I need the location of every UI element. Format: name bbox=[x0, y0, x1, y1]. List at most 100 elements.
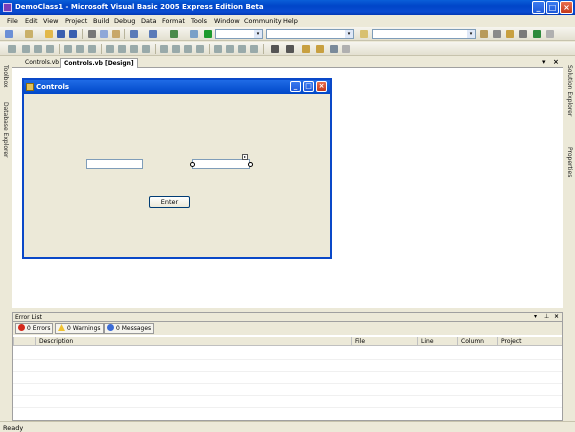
undo-icon[interactable] bbox=[130, 30, 138, 38]
warnings-filter-label: 0 Warnings bbox=[67, 325, 101, 332]
warning-icon bbox=[58, 324, 65, 331]
layout-toolbar-options-icon[interactable] bbox=[342, 45, 350, 53]
form-icon bbox=[26, 83, 34, 91]
save-all-icon[interactable] bbox=[69, 30, 77, 38]
menu-build[interactable]: Build bbox=[93, 17, 109, 25]
menu-file[interactable]: File bbox=[7, 17, 18, 25]
doc-dropdown-icon[interactable]: ▾ bbox=[542, 58, 546, 66]
redo-icon[interactable] bbox=[149, 30, 157, 38]
panel-close-icon[interactable]: × bbox=[554, 313, 559, 320]
align-lefts-icon[interactable] bbox=[22, 45, 30, 53]
doc-close-icon[interactable]: × bbox=[553, 58, 559, 66]
toolbox-icon[interactable] bbox=[519, 30, 527, 38]
close-button[interactable]: × bbox=[560, 1, 573, 14]
cut-icon[interactable] bbox=[88, 30, 96, 38]
menu-data[interactable]: Data bbox=[141, 17, 157, 25]
tab-order-icon[interactable] bbox=[330, 45, 338, 53]
make-same-size-icon[interactable] bbox=[142, 45, 150, 53]
toolbar-separator bbox=[82, 29, 83, 39]
column-description[interactable]: Description bbox=[35, 337, 351, 346]
designer-form[interactable]: Controls _ □ × ▸ Enter bbox=[22, 78, 332, 259]
maximize-button[interactable]: □ bbox=[546, 1, 559, 14]
form-minimize-button: _ bbox=[290, 81, 301, 92]
textbox-1[interactable] bbox=[86, 159, 143, 169]
smart-tag-icon[interactable]: ▸ bbox=[242, 154, 248, 160]
menu-tools[interactable]: Tools bbox=[191, 17, 207, 25]
bring-to-front-icon[interactable] bbox=[302, 45, 310, 53]
column-file[interactable]: File bbox=[351, 337, 417, 346]
remove-vertical-spacing-icon[interactable] bbox=[250, 45, 258, 53]
configuration-dropdown[interactable]: ▾ bbox=[215, 29, 263, 39]
menu-window[interactable]: Window bbox=[214, 17, 240, 25]
align-centers-icon[interactable] bbox=[34, 45, 42, 53]
chevron-down-icon: ▾ bbox=[467, 30, 475, 38]
platform-dropdown[interactable]: ▾ bbox=[266, 29, 354, 39]
pin-icon[interactable]: ⊥ bbox=[544, 313, 549, 320]
copy-icon[interactable] bbox=[100, 30, 108, 38]
enter-button[interactable]: Enter bbox=[149, 196, 190, 208]
properties-tab[interactable]: Properties bbox=[566, 147, 573, 177]
increase-spacing-icon[interactable] bbox=[172, 45, 180, 53]
align-to-grid-icon[interactable] bbox=[8, 45, 16, 53]
remove-spacing-icon[interactable] bbox=[196, 45, 204, 53]
solution-explorer-tab[interactable]: Solution Explorer bbox=[566, 65, 573, 116]
save-icon[interactable] bbox=[57, 30, 65, 38]
size-to-grid-icon[interactable] bbox=[118, 45, 126, 53]
find-in-files-icon[interactable] bbox=[360, 30, 368, 38]
toolbox-tab[interactable]: Toolbox bbox=[2, 65, 9, 88]
menu-debug[interactable]: Debug bbox=[114, 17, 135, 25]
align-bottoms-icon[interactable] bbox=[88, 45, 96, 53]
minimize-button[interactable]: _ bbox=[532, 1, 545, 14]
menu-help[interactable]: Help bbox=[283, 17, 298, 25]
new-project-icon[interactable] bbox=[5, 30, 13, 38]
navigate-backward-icon[interactable] bbox=[170, 30, 178, 38]
menu-community[interactable]: Community bbox=[244, 17, 282, 25]
error-list-header: Error List ▾ ⊥ × bbox=[13, 313, 562, 322]
center-horizontally-icon[interactable] bbox=[271, 45, 279, 53]
menu-view[interactable]: View bbox=[43, 17, 58, 25]
increase-vertical-spacing-icon[interactable] bbox=[226, 45, 234, 53]
center-vertically-icon[interactable] bbox=[286, 45, 294, 53]
tab-controls-code[interactable]: Controls.vb bbox=[22, 58, 62, 68]
messages-filter-button[interactable]: 0 Messages bbox=[104, 323, 155, 334]
menu-project[interactable]: Project bbox=[65, 17, 87, 25]
object-browser-icon[interactable] bbox=[506, 30, 514, 38]
open-icon[interactable] bbox=[45, 30, 53, 38]
horizontal-spacing-icon[interactable] bbox=[160, 45, 168, 53]
error-list-title: Error List bbox=[15, 314, 43, 321]
resize-handle-left[interactable] bbox=[190, 162, 195, 167]
align-tops-icon[interactable] bbox=[64, 45, 72, 53]
properties-window-icon[interactable] bbox=[493, 30, 501, 38]
vertical-spacing-icon[interactable] bbox=[214, 45, 222, 53]
decrease-spacing-icon[interactable] bbox=[184, 45, 192, 53]
database-explorer-tab[interactable]: Database Explorer bbox=[2, 102, 9, 158]
column-project[interactable]: Project bbox=[497, 337, 547, 346]
send-to-back-icon[interactable] bbox=[316, 45, 324, 53]
column-column[interactable]: Column bbox=[457, 337, 497, 346]
start-page-icon[interactable] bbox=[533, 30, 541, 38]
error-list-column-headers: Description File Line Column Project bbox=[13, 337, 562, 346]
align-rights-icon[interactable] bbox=[46, 45, 54, 53]
make-same-height-icon[interactable] bbox=[130, 45, 138, 53]
navigate-forward-icon[interactable] bbox=[190, 30, 198, 38]
tab-controls-design[interactable]: Controls.vb [Design] bbox=[60, 58, 138, 68]
start-debugging-icon[interactable] bbox=[204, 30, 212, 38]
solution-explorer-icon[interactable] bbox=[480, 30, 488, 38]
resize-handle-right[interactable] bbox=[248, 162, 253, 167]
column-icon[interactable] bbox=[13, 337, 35, 346]
panel-dropdown-icon[interactable]: ▾ bbox=[534, 313, 537, 320]
column-line[interactable]: Line bbox=[417, 337, 457, 346]
paste-icon[interactable] bbox=[112, 30, 120, 38]
errors-filter-button[interactable]: 0 Errors bbox=[15, 323, 54, 334]
find-dropdown[interactable]: ▾ bbox=[372, 29, 476, 39]
align-middles-icon[interactable] bbox=[76, 45, 84, 53]
menu-format[interactable]: Format bbox=[162, 17, 185, 25]
grid-line bbox=[13, 371, 562, 372]
warnings-filter-button[interactable]: 0 Warnings bbox=[55, 323, 104, 334]
make-same-width-icon[interactable] bbox=[106, 45, 114, 53]
add-item-icon[interactable] bbox=[25, 30, 33, 38]
toolbar-options-icon[interactable] bbox=[546, 30, 554, 38]
textbox-2-selected[interactable] bbox=[192, 159, 250, 169]
menu-edit[interactable]: Edit bbox=[25, 17, 38, 25]
decrease-vertical-spacing-icon[interactable] bbox=[238, 45, 246, 53]
